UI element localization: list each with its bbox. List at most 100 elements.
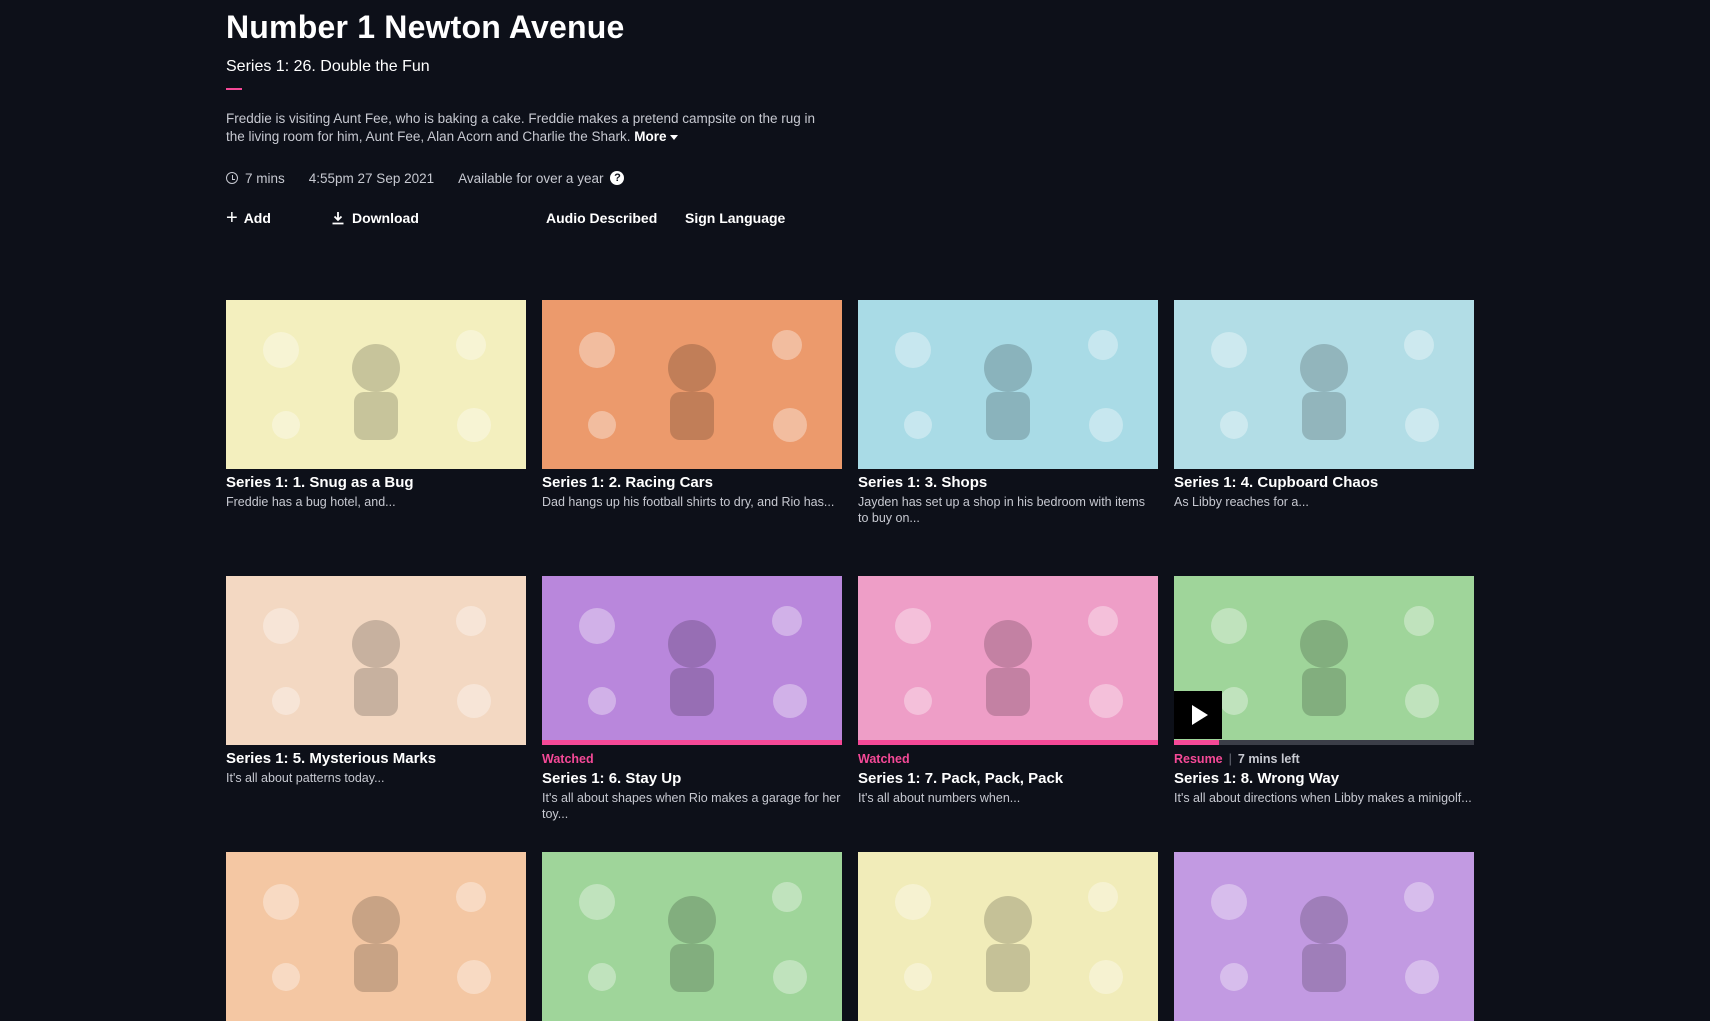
episode-thumbnail[interactable] xyxy=(1174,300,1474,469)
sign-language-button[interactable]: Sign Language xyxy=(685,210,785,226)
character-head xyxy=(352,896,400,944)
more-label: More xyxy=(634,129,667,144)
illustration-prop xyxy=(457,960,491,994)
episode-title-link[interactable]: Series 1: 5. Mysterious Marks xyxy=(226,750,526,768)
watch-progress-fill xyxy=(1174,740,1219,745)
illustration-prop xyxy=(272,963,300,991)
time-remaining: 7 mins left xyxy=(1237,752,1300,766)
illustration-prop xyxy=(1088,606,1118,636)
character-head xyxy=(1300,344,1348,392)
illustration-prop xyxy=(772,330,802,360)
illustration-prop xyxy=(773,408,807,442)
episode-thumbnail[interactable] xyxy=(1174,852,1474,1021)
episode-description: It's all about numbers when... xyxy=(858,791,1021,805)
help-icon[interactable]: ? xyxy=(610,171,625,185)
watch-progress-bar xyxy=(1174,740,1474,745)
watch-status: Watched xyxy=(858,751,1158,767)
episode-card[interactable]: Series 1: 4. Cupboard Chaos As Libby reac… xyxy=(1174,300,1474,510)
episode-card[interactable]: Resume | 7 mins left Series 1: 8. Wrong Way… xyxy=(1174,576,1474,806)
illustration-prop xyxy=(904,963,932,991)
episode-meta: 7 mins 4:55pm 27 Sep 2021 Available for … xyxy=(226,168,1476,188)
thumbnail-illustration xyxy=(226,852,526,1021)
episode-title-link[interactable]: Series 1: 7. Pack, Pack, Pack xyxy=(858,770,1158,788)
illustration-prop xyxy=(1405,408,1439,442)
thumbnail-illustration xyxy=(542,852,842,1021)
plus-icon: + xyxy=(226,207,238,229)
play-icon[interactable] xyxy=(1174,691,1222,739)
illustration-prop xyxy=(1211,884,1247,920)
episode-thumbnail[interactable] xyxy=(858,576,1158,745)
audio-described-button[interactable]: Audio Described xyxy=(546,210,685,226)
episode-card[interactable]: Series 1: 3. Shops Jayden has set up a sh… xyxy=(858,300,1158,526)
character-body xyxy=(986,668,1030,716)
illustration-prop xyxy=(895,332,931,368)
episode-description: It's all about patterns today... xyxy=(226,771,385,785)
character-body xyxy=(1302,392,1346,440)
download-label: Download xyxy=(352,210,419,226)
character-head xyxy=(352,344,400,392)
episode-description: Dad hangs up his football shirts to dry,… xyxy=(542,495,835,509)
episode-card[interactable]: Series 1: 1. Snug as a Bug Freddie has a … xyxy=(226,300,526,510)
episode-thumbnail[interactable] xyxy=(858,300,1158,469)
episode-card[interactable] xyxy=(1174,852,1474,1021)
availability: Available for over a year ? xyxy=(458,171,625,186)
accent-rule xyxy=(226,88,242,90)
add-label: Add xyxy=(243,210,271,226)
thumbnail-illustration xyxy=(858,576,1158,745)
thumbnail-illustration xyxy=(858,852,1158,1021)
illustration-prop xyxy=(263,884,299,920)
thumbnail-illustration xyxy=(858,300,1158,469)
episode-card[interactable]: Series 1: 2. Racing Cars Dad hangs up his… xyxy=(542,300,842,510)
status-label: Watched xyxy=(858,752,910,766)
episode-card[interactable] xyxy=(858,852,1158,1021)
episode-title-link[interactable]: Series 1: 4. Cupboard Chaos xyxy=(1174,474,1474,492)
illustration-prop xyxy=(895,608,931,644)
illustration-prop xyxy=(904,687,932,715)
episode-card[interactable] xyxy=(226,852,526,1021)
illustration-prop xyxy=(1220,687,1248,715)
episode-thumbnail[interactable] xyxy=(858,852,1158,1021)
action-bar: + Add Download Audio Described Sign Lang… xyxy=(226,208,1476,228)
thumbnail-illustration xyxy=(542,576,842,745)
clock-icon xyxy=(226,172,238,184)
episode-description: As Libby reaches for a... xyxy=(1174,495,1309,509)
episode-title-link[interactable]: Series 1: 1. Snug as a Bug xyxy=(226,474,526,492)
status-separator: | xyxy=(1228,752,1232,766)
download-icon xyxy=(332,212,344,225)
episode-thumbnail[interactable] xyxy=(542,852,842,1021)
chevron-down-icon xyxy=(669,134,678,140)
illustration-prop xyxy=(1404,606,1434,636)
episode-title-link[interactable]: Series 1: 2. Racing Cars xyxy=(542,474,842,492)
more-button[interactable]: More xyxy=(634,129,678,144)
illustration-prop xyxy=(895,884,931,920)
illustration-prop xyxy=(1088,330,1118,360)
episode-thumbnail[interactable] xyxy=(226,300,526,469)
add-button[interactable]: + Add xyxy=(226,207,331,229)
episode-description: It's all about directions when Libby mak… xyxy=(1174,791,1472,805)
episode-card[interactable]: Watched Series 1: 6. Stay Up It's all abou… xyxy=(542,576,842,822)
episode-thumbnail[interactable] xyxy=(542,300,842,469)
episode-thumbnail[interactable] xyxy=(1174,576,1474,745)
synopsis: Freddie is visiting Aunt Fee, who is bak… xyxy=(226,110,836,146)
illustration-prop xyxy=(1211,332,1247,368)
episode-title-link[interactable]: Series 1: 6. Stay Up xyxy=(542,770,842,788)
episode-thumbnail[interactable] xyxy=(542,576,842,745)
episode-thumbnail[interactable] xyxy=(226,852,526,1021)
episode-thumbnail[interactable] xyxy=(226,576,526,745)
episode-card[interactable] xyxy=(542,852,842,1021)
character-body xyxy=(354,944,398,992)
character-body xyxy=(1302,668,1346,716)
episode-title-link[interactable]: Series 1: 8. Wrong Way xyxy=(1174,770,1474,788)
episode-title-link[interactable]: Series 1: 3. Shops xyxy=(858,474,1158,492)
episode-description: Freddie has a bug hotel, and... xyxy=(226,495,396,509)
page-title: Number 1 Newton Avenue xyxy=(226,9,625,45)
illustration-prop xyxy=(579,884,615,920)
illustration-prop xyxy=(1211,608,1247,644)
download-button[interactable]: Download xyxy=(331,210,546,226)
illustration-prop xyxy=(588,963,616,991)
status-label: Watched xyxy=(542,752,594,766)
episode-card[interactable]: Watched Series 1: 7. Pack, Pack, Pack It's… xyxy=(858,576,1158,806)
episode-card[interactable]: Series 1: 5. Mysterious Marks It's all ab… xyxy=(226,576,526,786)
character-body xyxy=(670,944,714,992)
character-body xyxy=(986,392,1030,440)
